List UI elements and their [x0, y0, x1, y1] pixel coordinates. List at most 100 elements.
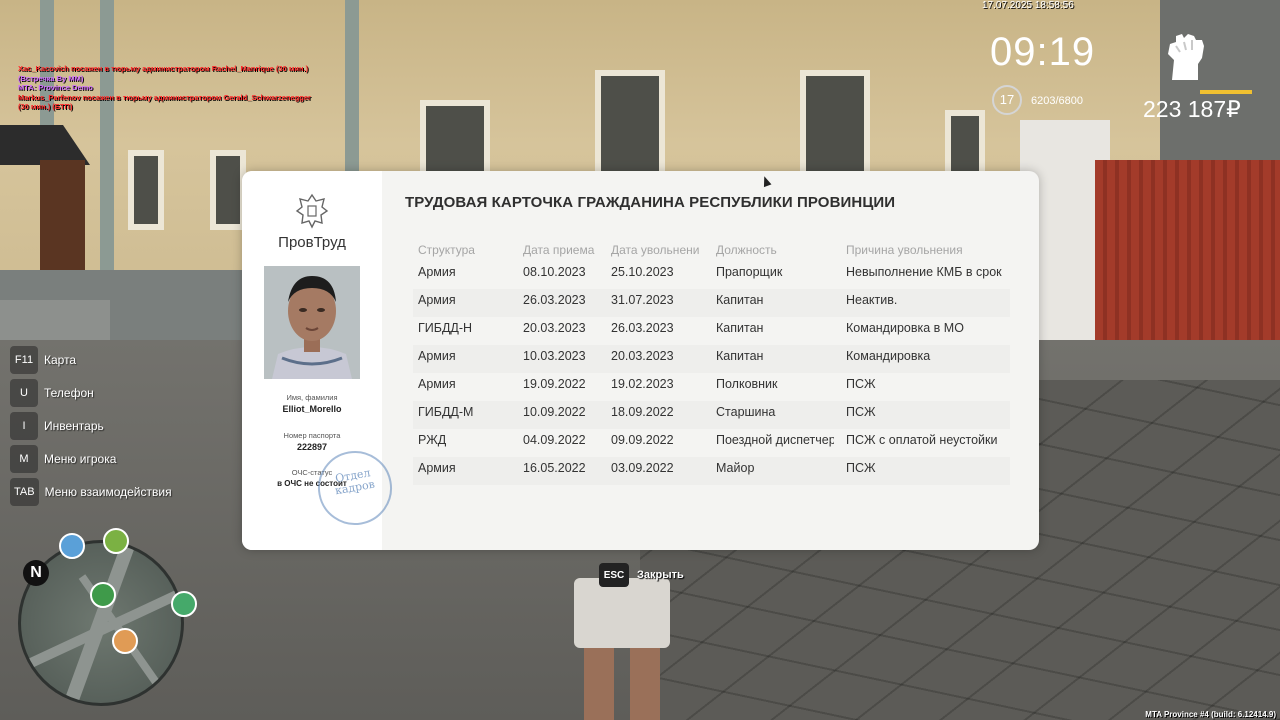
server-datetime: 17.07.2025 18:58:56 [982, 0, 1074, 11]
cell-hire-date: 10.09.2022 [523, 405, 586, 419]
entrance-steps [0, 300, 110, 345]
cell-hire-date: 20.03.2023 [523, 321, 586, 335]
close-label: Закрыть [637, 569, 684, 581]
window [128, 150, 164, 230]
cell-reason: ПСЖ [846, 405, 876, 419]
cell-reason: Командировка в МО [846, 321, 964, 335]
hint-map[interactable]: F11 Карта [10, 346, 172, 374]
hint-label: Меню взаимодействия [44, 485, 172, 499]
card-title: ТРУДОВАЯ КАРТОЧКА ГРАЖДАНИНА РЕСПУБЛИКИ … [405, 194, 896, 211]
cell-reason: Командировка [846, 349, 931, 363]
cell-dismiss-date: 18.09.2022 [611, 405, 674, 419]
build-info: MTA Province #4 (build: 6.12414.9) [1145, 710, 1276, 719]
cell-dismiss-date: 20.03.2023 [611, 349, 674, 363]
target-icon [103, 528, 129, 554]
cell-reason: Неактив. [846, 293, 898, 307]
work-card-modal: ПровТруд Имя, фамилия Elliot_Morello Ном… [242, 171, 1039, 550]
table-row: ГИБДД-Н 20.03.2023 26.03.2023 Капитан Ко… [413, 317, 1010, 345]
fist-icon [1158, 30, 1218, 82]
level-indicator: 17 [992, 85, 1022, 115]
home-icon [90, 582, 116, 608]
cell-structure: Армия [418, 265, 456, 279]
coat-of-arms-icon [295, 193, 329, 229]
cell-position: Старшина [716, 405, 776, 419]
key-badge: M [10, 445, 38, 473]
cell-position: Капитан [716, 349, 764, 363]
hint-phone[interactable]: U Телефон [10, 379, 172, 407]
key-badge: I [10, 412, 38, 440]
chat-log: Xac_Kacovich посажен в тюрьму администра… [18, 64, 338, 112]
key-hints: F11 Карта U Телефон I Инвентарь M Меню и… [10, 346, 172, 511]
taxi-icon [59, 533, 85, 559]
org-name: ПровТруд [278, 234, 346, 251]
cell-dismiss-date: 19.02.2023 [611, 377, 674, 391]
chat-line: (30 мин.) (БТП) [18, 102, 73, 111]
table-row: Армия 26.03.2023 31.07.2023 Капитан Неак… [413, 289, 1010, 317]
player-leg [584, 648, 614, 720]
column-header: Должность [716, 243, 777, 257]
table-header: Структура Дата приема Дата увольнени Дол… [413, 243, 1010, 261]
table-row: ГИБДД-М 10.09.2022 18.09.2022 Старшина П… [413, 401, 1010, 429]
cell-dismiss-date: 26.03.2023 [611, 321, 674, 335]
hint-player-menu[interactable]: M Меню игрока [10, 445, 172, 473]
cell-hire-date: 16.05.2022 [523, 461, 586, 475]
cell-dismiss-date: 09.09.2022 [611, 433, 674, 447]
cell-reason: Невыполнение КМБ в срок [846, 265, 1002, 279]
cell-reason: ПСЖ [846, 461, 876, 475]
cell-position: Поездной диспетчер [716, 433, 834, 447]
cell-position: Полковник [716, 377, 778, 391]
citizen-photo [264, 266, 360, 379]
cell-position: Капитан [716, 321, 764, 335]
game-clock: 09:19 [990, 30, 1096, 74]
window [800, 70, 870, 180]
red-container [1095, 160, 1280, 355]
cell-reason: ПСЖ [846, 377, 876, 391]
window [595, 70, 665, 180]
cell-hire-date: 08.10.2023 [523, 265, 586, 279]
chat-line: Xac_Kacovich посажен в тюрьму администра… [18, 64, 309, 73]
chat-line: (Встречка By MM) [18, 73, 84, 83]
column-header: Структура [418, 243, 475, 257]
close-hint[interactable]: ESC Закрыть [599, 563, 684, 587]
employment-table: Структура Дата приема Дата увольнени Дол… [413, 243, 1010, 485]
chat-line: MTA: Province Demo [18, 83, 93, 92]
column-header: Причина увольнения [846, 243, 963, 257]
column-header: Дата приема [523, 243, 595, 257]
shop-icon [112, 628, 138, 654]
player-leg [630, 648, 660, 720]
hint-label: Инвентарь [44, 419, 104, 433]
cell-structure: Армия [418, 349, 456, 363]
cell-reason: ПСЖ с оплатой неустойки [846, 433, 998, 447]
xp-counter: 6203/6800 [1031, 95, 1083, 107]
cell-structure: ГИБДД-М [418, 405, 474, 419]
cell-structure: РЖД [418, 433, 447, 447]
player-shorts [574, 578, 670, 648]
cell-dismiss-date: 25.10.2023 [611, 265, 674, 279]
name-label: Имя, фамилия [286, 393, 338, 402]
cell-hire-date: 26.03.2023 [523, 293, 586, 307]
cell-hire-date: 10.03.2023 [523, 349, 586, 363]
cell-structure: Армия [418, 293, 456, 307]
cell-dismiss-date: 03.09.2022 [611, 461, 674, 475]
hint-label: Телефон [44, 386, 94, 400]
key-badge: TAB [10, 478, 39, 506]
hint-inventory[interactable]: I Инвентарь [10, 412, 172, 440]
money-display: 223 187₽ [1143, 96, 1241, 122]
cell-hire-date: 19.09.2022 [523, 377, 586, 391]
key-badge: U [10, 379, 38, 407]
table-row: РЖД 04.09.2022 09.09.2022 Поездной диспе… [413, 429, 1010, 457]
compass-north-icon: N [23, 560, 49, 586]
table-row: Армия 19.09.2022 19.02.2023 Полковник ПС… [413, 373, 1010, 401]
cell-position: Прапорщик [716, 265, 783, 279]
table-row: Армия 08.10.2023 25.10.2023 Прапорщик Не… [413, 261, 1010, 289]
cell-hire-date: 04.09.2022 [523, 433, 586, 447]
cell-position: Майор [716, 461, 755, 475]
cell-position: Капитан [716, 293, 764, 307]
table-row: Армия 10.03.2023 20.03.2023 Капитан Кома… [413, 345, 1010, 373]
car-service-icon [171, 591, 197, 617]
cell-structure: Армия [418, 461, 456, 475]
hint-interaction-menu[interactable]: TAB Меню взаимодействия [10, 478, 172, 506]
passport-label: Номер паспорта [283, 431, 341, 440]
esc-key-badge: ESC [599, 563, 629, 587]
health-bar [1200, 90, 1252, 94]
